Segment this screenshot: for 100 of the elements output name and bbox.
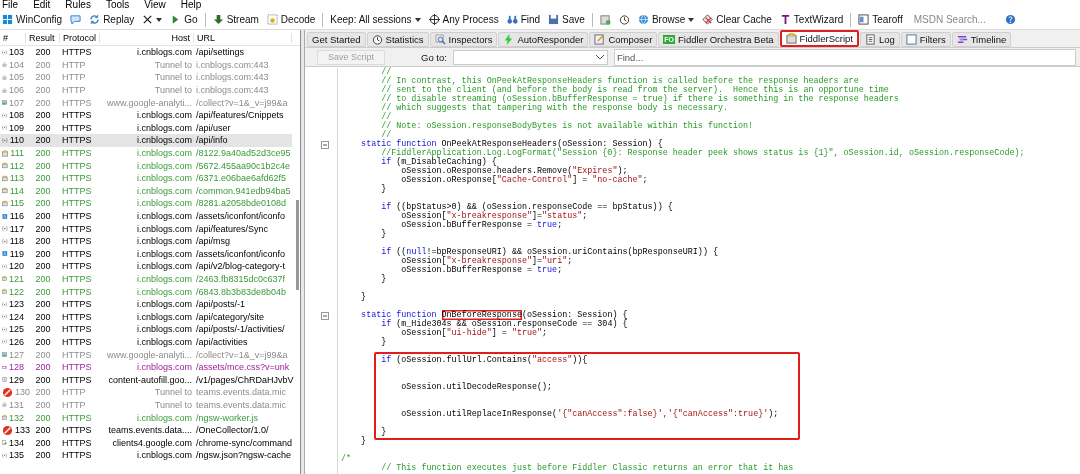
goto-dropdown[interactable] <box>452 49 608 65</box>
tab[interactable]: Inspectors <box>429 32 498 47</box>
session-row[interactable]: 118 200 HTTPS i.cnblogs.com /api/msg <box>0 234 292 248</box>
session-row[interactable]: 123 200 HTTPS i.cnblogs.com /api/posts/-1 <box>0 297 292 311</box>
toolbar-button[interactable]: Tearoff <box>857 11 904 28</box>
table-cell-text: i.cnblogs.com <box>135 148 193 159</box>
table-cell-text: HTTPS <box>61 198 93 209</box>
table-cell: 115 <box>9 198 24 209</box>
table-cell-text: 200 <box>34 148 52 159</box>
table-cell: 109 <box>8 122 24 133</box>
toolbar-button[interactable]: Clear Cache <box>701 11 773 28</box>
find-field[interactable]: Find... <box>613 48 1076 66</box>
session-row[interactable]: 119 200 HTTPS i.cnblogs.com /assets/iconfont/iconfo <box>0 247 292 261</box>
table-cell-text: teams.events.data.mic <box>195 399 288 410</box>
table-cell-text: /OneCollector/1.0/ <box>195 425 270 436</box>
table-cell-text: 200 <box>34 437 52 448</box>
session-row[interactable]: 116 200 HTTPS i.cnblogs.com /assets/iconfont/iconfo <box>0 209 292 223</box>
table-cell-text: /assets/iconfont/iconfo <box>195 248 287 259</box>
session-row[interactable]: 113 200 HTTPS i.cnblogs.com /6371.e06bae6afd62f5 <box>0 171 292 185</box>
session-row[interactable]: 112 200 HTTPS i.cnblogs.com /5672.455aa90c1b2c4e <box>0 159 292 172</box>
table-cell-text: 200 <box>34 47 52 58</box>
toolbar-button[interactable]: TextWizard <box>778 11 845 28</box>
menu-item[interactable]: View <box>144 0 166 10</box>
session-row[interactable]: 103 200 HTTPS i.cnblogs.com /api/settings <box>0 46 292 59</box>
session-row[interactable]: 125 200 HTTPS i.cnblogs.com /api/posts/-1/activities/ <box>0 323 292 336</box>
menu-item[interactable]: Edit <box>33 0 51 10</box>
scrollbar-thumb[interactable] <box>296 200 299 290</box>
table-cell-text: /api/features/Sync <box>195 223 270 234</box>
toolbar-button[interactable]: Browse <box>636 11 696 28</box>
session-row[interactable]: 129 200 HTTPS content-autofill.goo... /v1/pages/ChRDaHJvbV <box>0 373 292 387</box>
session-row[interactable]: 128 200 HTTPS i.cnblogs.com /assets/mce.css?v=unk <box>0 360 292 374</box>
toolbar-button[interactable]: Keep: All sessions <box>329 11 422 28</box>
code-line: // which suggests that tampering with the response body is necessary. <box>380 104 729 113</box>
screenshot-icon <box>599 14 611 25</box>
session-row[interactable]: 131 200 HTTP Tunnel to teams.events.data.mic <box>0 398 292 412</box>
session-row[interactable]: 135 200 HTTPS i.cnblogs.com /ngsw.json?ngsw-cache <box>0 449 292 462</box>
table-cell-text: HTTPS <box>61 148 93 159</box>
table-cell-text: HTTPS <box>61 362 93 373</box>
table-cell-text: HTTPS <box>61 324 93 335</box>
table-cell-text: 200 <box>34 374 52 385</box>
table-cell: 114 <box>9 185 24 196</box>
collapse-icon[interactable] <box>321 311 329 320</box>
table-cell-text: 200 <box>34 85 52 96</box>
table-cell-text: HTTPS <box>61 412 93 423</box>
toolbar-button[interactable]: Find <box>505 11 542 28</box>
tab[interactable]: Filters <box>900 32 951 47</box>
session-row[interactable]: 110 200 HTTPS i.cnblogs.com /api/info <box>0 134 292 147</box>
menu-item[interactable]: Rules <box>65 0 91 10</box>
session-row[interactable]: 121 200 HTTPS i.cnblogs.com /2463.fb8315dc0c637f <box>0 272 292 286</box>
session-row[interactable]: 127 200 HTTPS www.google-analyti... /collect?v=1&_v=j99&a <box>0 348 292 361</box>
menu-item[interactable]: File <box>2 0 19 10</box>
toolbar-button[interactable]: Save <box>547 11 586 28</box>
session-row[interactable]: 111 200 HTTPS i.cnblogs.com /8122.9a40ad52d3ce95 <box>0 146 292 160</box>
session-row[interactable]: 108 200 HTTPS i.cnblogs.com /api/features/Cnippets <box>0 108 292 122</box>
session-row[interactable]: 105 200 HTTP Tunnel to i.cnblogs.com:443 <box>0 71 292 84</box>
column-header[interactable]: Result <box>26 32 60 43</box>
tab[interactable]: Log <box>859 32 900 47</box>
tab[interactable]: AutoResponder <box>498 32 589 47</box>
session-row[interactable]: 132 200 HTTPS i.cnblogs.com /ngsw-worker.js <box>0 411 292 424</box>
toolbar-button[interactable]: Replay <box>88 11 136 28</box>
session-row[interactable]: 106 200 HTTP Tunnel to i.cnblogs.com:443 <box>0 83 292 97</box>
session-row[interactable]: 109 200 HTTPS i.cnblogs.com /api/user <box>0 121 292 135</box>
session-row[interactable]: 114 200 HTTPS i.cnblogs.com /common.941edb94ba5 <box>0 184 292 198</box>
toolbar-button[interactable]: Go <box>169 11 199 28</box>
session-row[interactable]: 120 200 HTTPS i.cnblogs.com /api/v2/blog-category-t <box>0 260 292 273</box>
tab[interactable]: FiddlerScript <box>779 30 859 47</box>
menu-item[interactable]: Tools <box>105 0 130 10</box>
session-row[interactable]: 115 200 HTTPS i.cnblogs.com /8281.a2058bde0108d <box>0 197 292 210</box>
table-cell-text: 200 <box>34 173 52 184</box>
toolbar-button[interactable]: Decode <box>265 11 317 28</box>
session-row[interactable]: 107 200 HTTPS www.google-analyti... /collect?v=1&_v=j99&a <box>0 96 292 109</box>
table-cell-text: 200 <box>34 324 52 335</box>
table-cell-text: HTTPS <box>61 160 93 171</box>
toolbar-button[interactable]: WinConfig <box>1 11 64 28</box>
tab[interactable]: Get Started <box>307 32 366 47</box>
column-header[interactable]: Host <box>100 32 194 43</box>
session-row[interactable]: 122 200 HTTPS i.cnblogs.com /6843.8b3b83de8b04b <box>0 285 292 298</box>
collapse-icon[interactable] <box>321 140 329 149</box>
session-row[interactable]: 124 200 HTTPS i.cnblogs.com /api/category/site <box>0 310 292 324</box>
code-line: } <box>380 428 388 437</box>
tab[interactable]: Timeline <box>951 32 1012 47</box>
session-row[interactable]: 104 200 HTTP Tunnel to i.cnblogs.com:443 <box>0 58 292 72</box>
session-row[interactable]: 133 200 HTTPS teams.events.data.... /OneCollector/1.0/ <box>0 423 292 437</box>
column-header[interactable]: URL <box>194 32 292 43</box>
table-cell: 108 <box>8 110 24 121</box>
toolbar-button[interactable]: Any Process <box>427 11 500 28</box>
session-row[interactable]: 126 200 HTTPS i.cnblogs.com /api/activities <box>0 335 292 349</box>
timeline-bars-icon <box>956 34 968 45</box>
session-row[interactable]: 117 200 HTTPS i.cnblogs.com /api/features/Sync <box>0 222 292 235</box>
tab[interactable]: Composer <box>589 32 658 47</box>
column-header[interactable]: # <box>0 32 26 43</box>
menu-item[interactable]: Help <box>180 0 202 10</box>
session-row[interactable]: 134 200 HTTPS clients4.google.com /chrome-sync/command <box>0 436 292 449</box>
column-header[interactable]: Protocol <box>60 32 100 43</box>
tab[interactable]: Statistics <box>366 32 429 47</box>
table-cell-text: i.cnblogs.com <box>135 299 193 310</box>
session-row[interactable]: 130 200 HTTP Tunnel to teams.events.data.mic <box>0 386 292 399</box>
table-cell: 131 <box>8 399 24 410</box>
table-cell-text: /2463.fb8315dc0c637f <box>195 274 287 284</box>
toolbar-button[interactable]: Stream <box>211 11 260 28</box>
